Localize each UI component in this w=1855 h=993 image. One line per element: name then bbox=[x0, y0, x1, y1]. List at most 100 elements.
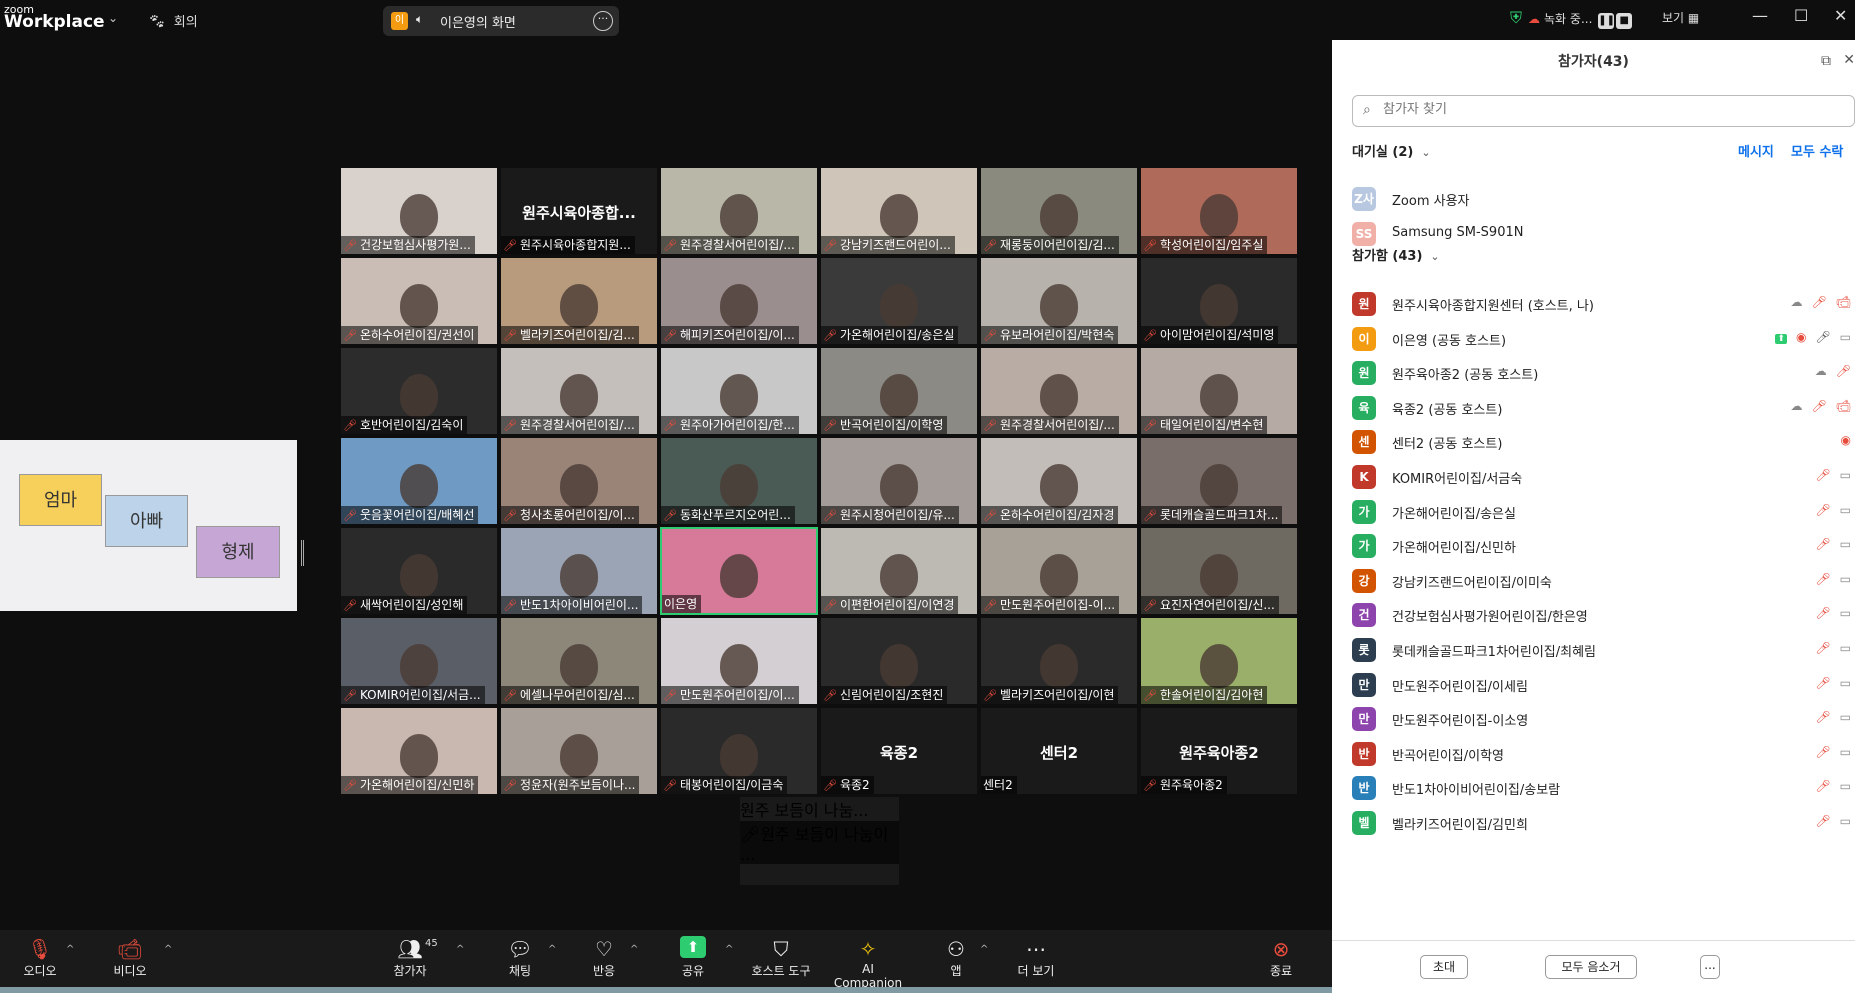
meeting-menu[interactable]: 🐾︎ 회의 bbox=[148, 11, 198, 30]
camera-icon[interactable]: ▭ bbox=[1840, 745, 1851, 759]
video-tile[interactable]: 🎤︎ 신림어린이집/조현진 bbox=[820, 617, 978, 705]
video-tile[interactable]: 🎤︎ 온하수어린이집/권선이 bbox=[340, 257, 498, 345]
panel-more-button[interactable]: ... bbox=[1700, 955, 1720, 979]
camera-icon[interactable]: ▭ bbox=[1840, 468, 1851, 482]
video-tile[interactable]: 🎤︎ KOMIR어린이집/서금... bbox=[340, 617, 498, 705]
share-button[interactable]: ⬆ 공유 bbox=[673, 936, 713, 979]
reactions-button[interactable]: ♡ 반응 bbox=[584, 936, 624, 979]
close-window-icon[interactable]: ✕ bbox=[1834, 6, 1847, 25]
video-tile[interactable]: 🎤︎ 에셀나무어린이집/심... bbox=[500, 617, 658, 705]
video-tile[interactable]: 🎤︎ 가온해어린이집/송은실 bbox=[820, 257, 978, 345]
video-tile[interactable]: 🎤︎ 건강보험심사평가원... bbox=[340, 167, 498, 255]
camera-icon[interactable]: ▭ bbox=[1840, 641, 1851, 655]
muted-mic-icon[interactable]: 🎤︎ bbox=[1815, 710, 1830, 724]
muted-mic-icon[interactable]: 🎤︎ bbox=[1815, 676, 1830, 690]
video-tile[interactable]: 🎤︎ 동화산푸르지오어린... bbox=[660, 437, 818, 525]
chat-options-caret[interactable]: ^ bbox=[548, 944, 556, 955]
ai-companion-button[interactable]: ✧ AI Companion bbox=[828, 936, 908, 990]
video-tile[interactable]: 🎤︎ 태일어린이집/변수현 bbox=[1140, 347, 1298, 435]
camera-icon[interactable]: ▭ bbox=[1840, 779, 1851, 793]
muted-mic-icon[interactable]: 🎤︎ bbox=[1815, 572, 1830, 586]
apps-options-caret[interactable]: ^ bbox=[980, 944, 988, 955]
view-button[interactable]: 보기 ▦ bbox=[1662, 9, 1699, 26]
video-tile[interactable]: 원주시육아종합... 🎤︎ 원주시육아종합지원... bbox=[500, 167, 658, 255]
screen-share-indicator[interactable]: 이 🔈︎ 이은영의 화면 ··· bbox=[383, 6, 619, 36]
muted-mic-icon[interactable]: 🎤︎ bbox=[1815, 745, 1830, 759]
audio-button[interactable]: 🎙︎ 오디오 bbox=[20, 936, 60, 979]
video-tile[interactable]: 🎤︎ 유보라어린이집/박현숙 bbox=[980, 257, 1138, 345]
participants-options-caret[interactable]: ^ bbox=[456, 944, 464, 955]
muted-mic-icon[interactable]: 🎤︎ bbox=[1812, 399, 1827, 413]
video-tile[interactable]: 원주 보듬이 나눔... 🎤︎원주 보듬이 나눔이 ... bbox=[740, 797, 899, 885]
video-tile[interactable]: 🎤︎ 청사초롱어린이집/이... bbox=[500, 437, 658, 525]
mute-all-button[interactable]: 모두 음소거 bbox=[1545, 955, 1637, 979]
video-tile[interactable]: 🎤︎ 원주경찰서어린이집/... bbox=[660, 167, 818, 255]
video-tile[interactable]: 센터2 센터2 bbox=[980, 707, 1138, 795]
camera-icon[interactable]: ▭ bbox=[1840, 710, 1851, 724]
video-tile[interactable]: 🎤︎ 롯데캐슬골드파크1차... bbox=[1140, 437, 1298, 525]
share-options-caret[interactable]: ^ bbox=[725, 944, 733, 955]
camera-icon[interactable]: ▭ bbox=[1840, 572, 1851, 586]
video-tile[interactable]: 🎤︎ 정윤자(원주보듬이나... bbox=[500, 707, 658, 795]
video-tile[interactable]: 🎤︎ 해피키즈어린이집/이... bbox=[660, 257, 818, 345]
video-tile[interactable]: 🎤︎ 만도원주어린이집-이... bbox=[980, 527, 1138, 615]
muted-mic-icon[interactable]: 🎤︎ bbox=[1815, 537, 1830, 551]
host-tools-button[interactable]: ⛉ 호스트 도구 bbox=[748, 936, 814, 979]
video-tile[interactable]: 🎤︎ 가온해어린이집/신민하 bbox=[340, 707, 498, 795]
video-tile[interactable]: 🎤︎ 태봉어린이집/이금숙 bbox=[660, 707, 818, 795]
video-tile[interactable]: 🎤︎ 원주시청어린이집/유... bbox=[820, 437, 978, 525]
video-tile[interactable]: 이은영 bbox=[660, 527, 818, 615]
video-tile[interactable]: 육종2 🎤︎ 육종2 bbox=[820, 707, 978, 795]
video-tile[interactable]: 🎤︎ 반도1차아이비어린이... bbox=[500, 527, 658, 615]
mic-icon[interactable]: 🎤︎ bbox=[1815, 330, 1830, 344]
more-options-icon[interactable]: ··· bbox=[593, 11, 613, 31]
stop-recording-button[interactable]: ■ bbox=[1616, 13, 1633, 29]
camera-off-icon[interactable]: 📹︎ bbox=[1836, 295, 1851, 309]
video-tile[interactable]: 🎤︎ 호반어린이집/김숙이 bbox=[340, 347, 498, 435]
video-tile[interactable]: 🎤︎ 원주경찰서어린이집/... bbox=[980, 347, 1138, 435]
popout-icon[interactable]: ⧉ bbox=[1821, 53, 1831, 69]
camera-icon[interactable]: ▭ bbox=[1840, 330, 1851, 344]
video-tile[interactable]: 🎤︎ 요진자연어린이집/신... bbox=[1140, 527, 1298, 615]
muted-mic-icon[interactable]: 🎤︎ bbox=[1815, 641, 1830, 655]
video-tile[interactable]: 🎤︎ 새싹어린이집/성인해 bbox=[340, 527, 498, 615]
video-tile[interactable]: 🎤︎ 한솔어린이집/김아현 bbox=[1140, 617, 1298, 705]
camera-icon[interactable]: ▭ bbox=[1840, 676, 1851, 690]
video-tile[interactable]: 🎤︎ 만도원주어린이집/이... bbox=[660, 617, 818, 705]
video-tile[interactable]: 🎤︎ 재롱둥이어린이집/김... bbox=[980, 167, 1138, 255]
waiting-room-header[interactable]: 대기실 (2) ⌄ bbox=[1352, 141, 1431, 160]
muted-mic-icon[interactable]: 🎤︎ bbox=[1815, 606, 1830, 620]
shared-screen-thumbnail[interactable]: 엄마 아빠 형제 bbox=[0, 440, 297, 611]
muted-mic-icon[interactable]: 🎤︎ bbox=[1815, 814, 1830, 828]
camera-icon[interactable]: ▭ bbox=[1840, 606, 1851, 620]
camera-icon[interactable]: ▭ bbox=[1840, 814, 1851, 828]
search-input[interactable] bbox=[1383, 102, 1843, 117]
chat-button[interactable]: 💬︎ 채팅 bbox=[500, 936, 540, 979]
video-tile[interactable]: 🎤︎ 학성어린이집/임주실 bbox=[1140, 167, 1298, 255]
end-meeting-button[interactable]: ⊗ 종료 bbox=[1266, 936, 1296, 979]
video-button[interactable]: 📹︎ 비디오 bbox=[110, 936, 150, 979]
maximize-icon[interactable]: ☐ bbox=[1794, 6, 1808, 25]
joined-header[interactable]: 참가함 (43) ⌄ bbox=[1352, 245, 1440, 264]
video-tile[interactable]: 🎤︎ 벨라키즈어린이집/이현 bbox=[980, 617, 1138, 705]
muted-mic-icon[interactable]: 🎤︎ bbox=[1836, 364, 1851, 378]
video-tile[interactable]: 🎤︎ 이편한어린이집/이연경 bbox=[820, 527, 978, 615]
video-tile[interactable]: 🎤︎ 강남키즈랜드어린이... bbox=[820, 167, 978, 255]
video-tile[interactable]: 🎤︎ 아이맘어린이집/석미영 bbox=[1140, 257, 1298, 345]
participant-row[interactable]: 벨 벨라키즈어린이집/김민희 🎤︎ ▭ bbox=[1352, 802, 1855, 843]
muted-mic-icon[interactable]: 🎤︎ bbox=[1815, 779, 1830, 793]
video-tile[interactable]: 원주육아종2 🎤︎ 원주육아종2 bbox=[1140, 707, 1298, 795]
reactions-options-caret[interactable]: ^ bbox=[630, 944, 638, 955]
video-tile[interactable]: 🎤︎ 벨라키즈어린이집/김... bbox=[500, 257, 658, 345]
resize-handle[interactable] bbox=[301, 540, 304, 566]
video-tile[interactable]: 🎤︎ 원주아가어린이집/한... bbox=[660, 347, 818, 435]
invite-button[interactable]: 초대 bbox=[1420, 955, 1468, 979]
camera-icon[interactable]: ▭ bbox=[1840, 503, 1851, 517]
participants-button[interactable]: 👥︎ 참가자 bbox=[390, 936, 430, 979]
camera-icon[interactable]: ▭ bbox=[1840, 537, 1851, 551]
speaker-icon[interactable]: 🔈︎ bbox=[416, 12, 423, 27]
message-waiting-button[interactable]: 메시지 bbox=[1738, 141, 1774, 160]
video-options-caret[interactable]: ^ bbox=[164, 944, 172, 955]
admit-all-button[interactable]: 모두 수락 bbox=[1791, 141, 1843, 160]
chevron-down-icon[interactable]: ⌄ bbox=[108, 11, 118, 25]
